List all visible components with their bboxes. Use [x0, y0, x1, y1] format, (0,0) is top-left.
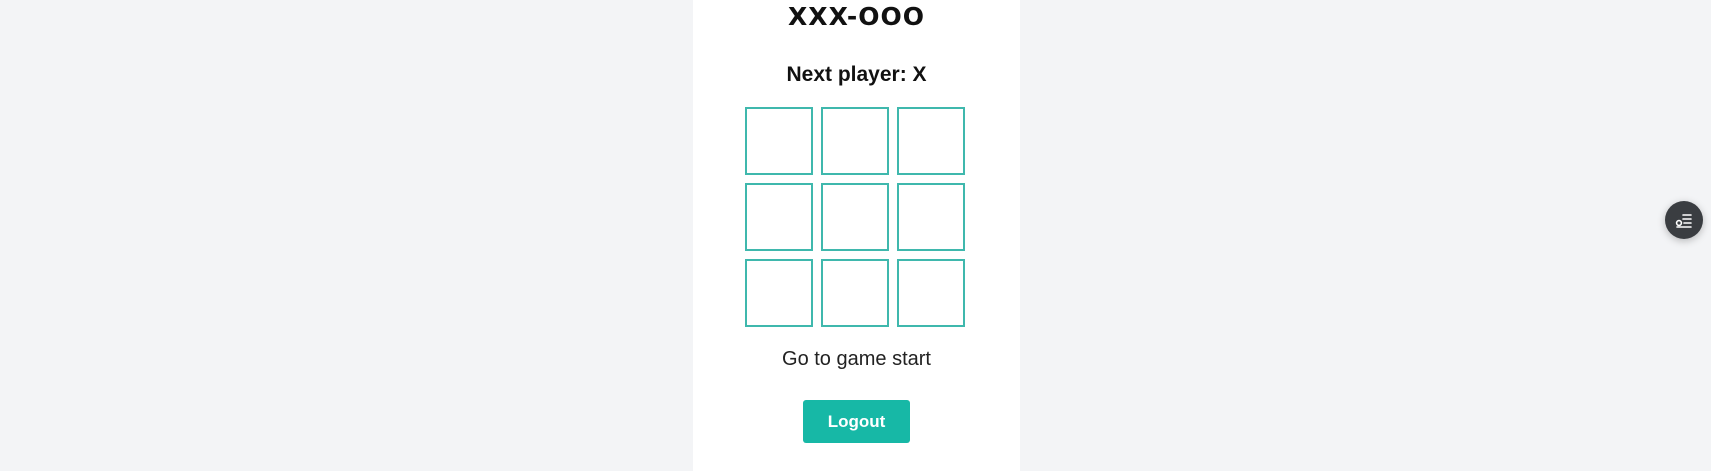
- game-board: [745, 107, 967, 329]
- page: XXX-OOO Next player: X Go to game start …: [0, 0, 1711, 471]
- floating-settings-button[interactable]: [1665, 201, 1703, 239]
- game-status: Next player: X: [786, 63, 927, 86]
- go-to-game-start-link[interactable]: Go to game start: [693, 348, 1020, 371]
- board-cell-0[interactable]: [745, 107, 813, 175]
- board-cell-6[interactable]: [745, 259, 813, 327]
- game-card: XXX-OOO Next player: X Go to game start …: [693, 0, 1020, 471]
- settings-list-icon: [1675, 214, 1692, 228]
- board-cell-7[interactable]: [821, 259, 889, 327]
- logout-button[interactable]: Logout: [803, 400, 910, 443]
- game-title: XXX-OOO: [788, 2, 925, 31]
- board-cell-2[interactable]: [897, 107, 965, 175]
- board-cell-3[interactable]: [745, 183, 813, 251]
- board-cell-4[interactable]: [821, 183, 889, 251]
- board-cell-1[interactable]: [821, 107, 889, 175]
- board-cell-5[interactable]: [897, 183, 965, 251]
- board-cell-8[interactable]: [897, 259, 965, 327]
